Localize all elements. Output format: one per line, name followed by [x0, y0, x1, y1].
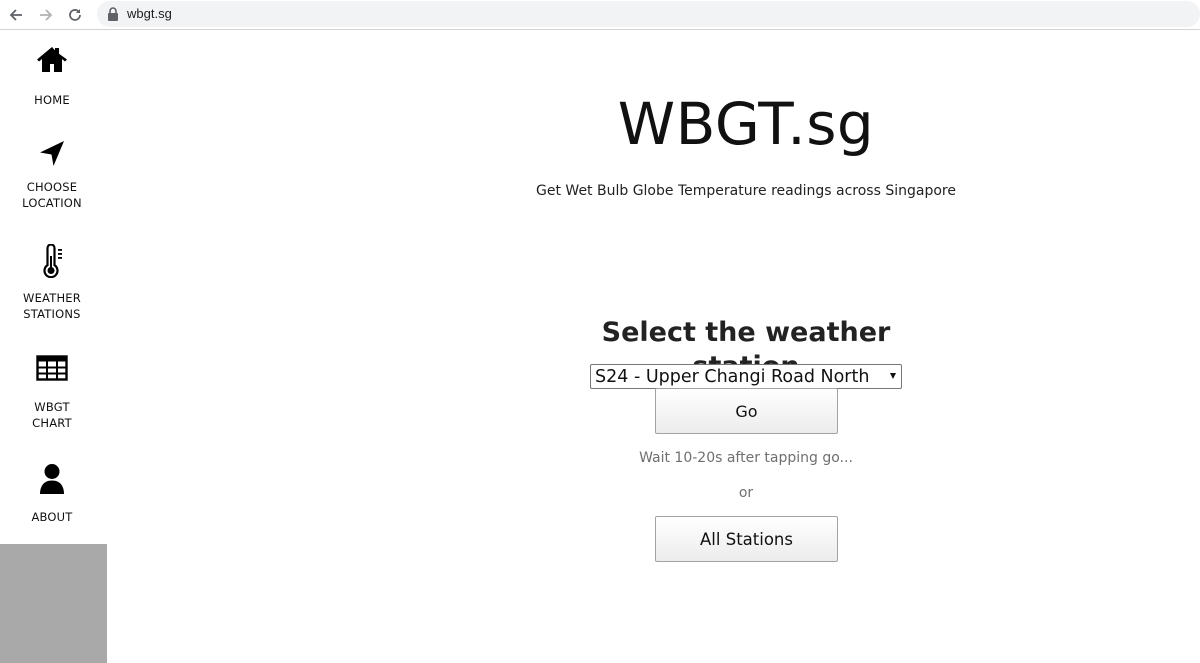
sidebar-item-home[interactable]: HOME	[0, 45, 104, 108]
user-icon	[40, 464, 64, 494]
sidebar-item-choose-location[interactable]: CHOOSE LOCATION	[0, 139, 104, 211]
home-icon	[37, 47, 67, 72]
url-text: wbgt.sg	[127, 6, 172, 21]
back-arrow-icon	[9, 9, 22, 21]
sidebar-filler	[0, 544, 107, 663]
reload-button[interactable]	[64, 4, 86, 26]
or-separator: or	[738, 485, 754, 501]
thermometer-icon	[43, 244, 62, 278]
go-button[interactable]: Go	[655, 388, 838, 434]
table-grid-icon	[36, 355, 68, 381]
station-select-value: S24 - Upper Changi Road North	[595, 367, 870, 387]
site-title: WBGT.sg	[617, 90, 875, 158]
station-select[interactable]: S24 - Upper Changi Road North	[590, 364, 902, 389]
sidebar-label-weather-stations: WEATHER STATIONS	[23, 291, 81, 321]
dropdown-arrow-icon	[890, 373, 896, 379]
sidebar-label-wbgt-chart: WBGT CHART	[32, 400, 72, 430]
address-bar[interactable]: wbgt.sg	[97, 1, 1200, 27]
site-subtitle: Get Wet Bulb Globe Temperature readings …	[536, 183, 956, 199]
sidebar-item-weather-stations[interactable]: WEATHER STATIONS	[0, 244, 104, 322]
forward-arrow-icon	[40, 9, 53, 21]
location-arrow-icon	[40, 141, 64, 166]
back-button[interactable]	[5, 4, 27, 26]
sidebar-label-choose-location: CHOOSE LOCATION	[22, 180, 82, 210]
sidebar-label-home: HOME	[34, 93, 70, 107]
lock-icon	[108, 7, 118, 21]
browser-toolbar: wbgt.sg	[0, 0, 1200, 30]
wait-hint: Wait 10-20s after tapping go...	[639, 450, 853, 466]
reload-icon	[69, 9, 81, 21]
sidebar-label-about: ABOUT	[31, 510, 73, 524]
sidebar-item-about[interactable]: ABOUT	[0, 463, 104, 525]
all-stations-button[interactable]: All Stations	[655, 516, 838, 562]
sidebar-item-wbgt-chart[interactable]: WBGT CHART	[0, 355, 104, 431]
forward-button[interactable]	[35, 4, 57, 26]
